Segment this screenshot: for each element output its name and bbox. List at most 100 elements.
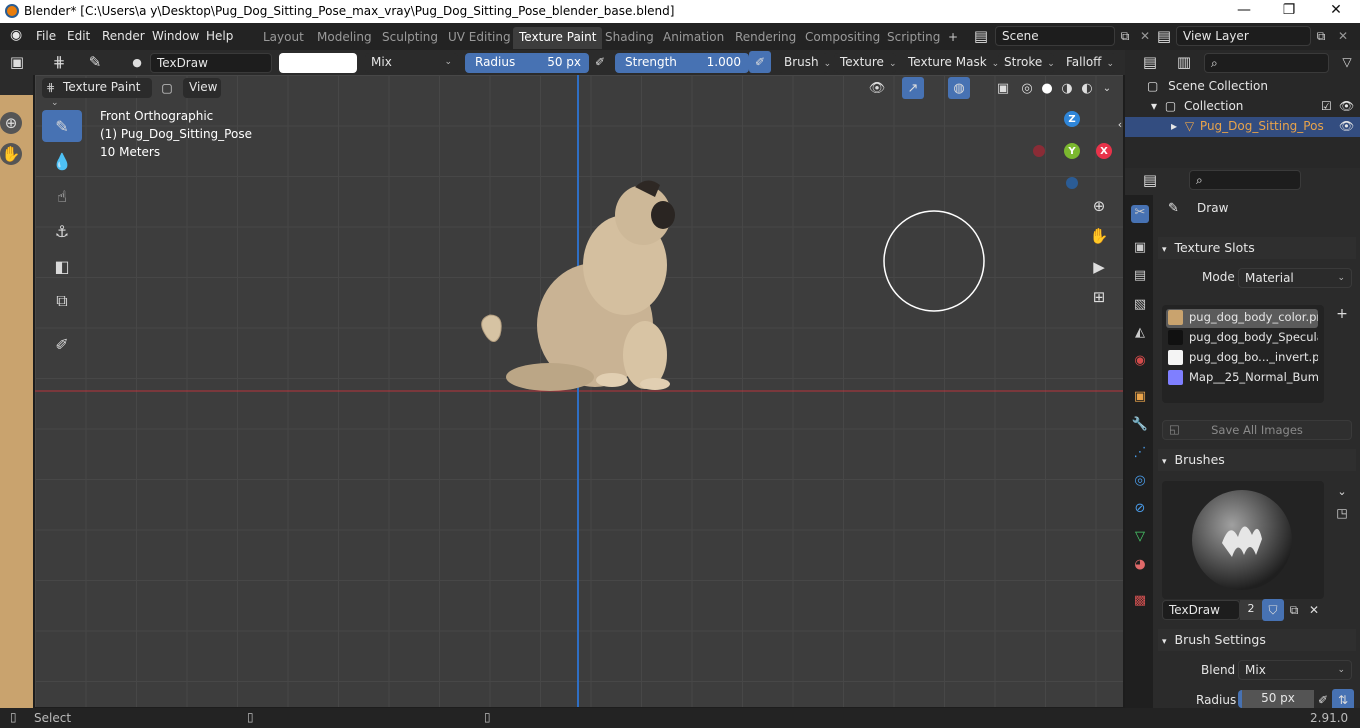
modifier-tab-icon[interactable]: 🔧 (1131, 417, 1149, 435)
scene-collection-item[interactable]: ▢ Scene Collection (1147, 79, 1268, 93)
strength-slider[interactable]: Strength 1.000 (615, 53, 749, 73)
tab-scripting[interactable]: Scripting (881, 27, 946, 49)
texture-slots-header[interactable]: ▾ Texture Slots (1158, 237, 1356, 259)
gizmos-icon[interactable]: ↗ (902, 77, 924, 99)
outliner-search-input[interactable]: ⌕ (1204, 53, 1329, 73)
minimize-button[interactable]: — (1234, 2, 1254, 18)
view-layer-tab-icon[interactable]: ▧ (1131, 297, 1149, 315)
tab-texture-paint[interactable]: Texture Paint (513, 27, 603, 49)
chevron-down-icon[interactable]: ⌄ (1096, 77, 1118, 99)
brush-dropdown-icon[interactable]: ⌄ (1331, 480, 1353, 502)
outliner-editor-type-icon[interactable]: ▤ (1139, 51, 1161, 73)
particles-tab-icon[interactable]: ⋰ (1131, 445, 1149, 463)
properties-search-input[interactable]: ⌕ (1189, 170, 1301, 190)
eye-icon[interactable]: 👁 (1339, 119, 1354, 133)
new-scene-icon[interactable]: ⧉ (1114, 25, 1136, 47)
pan-view-icon[interactable]: ✋ (1088, 225, 1110, 247)
brush-settings-header[interactable]: ▾ Brush Settings (1158, 629, 1356, 651)
close-button[interactable]: ✕ (1326, 2, 1346, 18)
properties-editor-type-icon[interactable]: ▤ (1139, 169, 1161, 191)
material-tab-icon[interactable]: ◕ (1131, 557, 1149, 575)
data-tab-icon[interactable]: ▽ (1131, 529, 1149, 547)
tool-settings-icon[interactable]: ⋕ (48, 51, 70, 73)
scene-selector-icon[interactable]: ▤ (970, 25, 992, 47)
wireframe-shading-icon[interactable]: ◎ (1016, 77, 1038, 99)
tab-animation[interactable]: Animation (657, 27, 730, 49)
blend-mode-dropdown[interactable]: Mix ⌄ (365, 53, 458, 73)
overlays-icon[interactable]: ◍ (948, 77, 970, 99)
tool-tab-icon[interactable]: ✂ (1131, 205, 1149, 223)
menu-edit[interactable]: Edit (67, 29, 90, 43)
brush-name-field[interactable]: TexDraw (1162, 600, 1240, 620)
smear-tool-button[interactable]: ☝ (42, 180, 82, 212)
radius-field[interactable]: 50 px (1238, 690, 1314, 708)
annotate-tool-button[interactable]: ✐ (42, 328, 82, 360)
texture-menu[interactable]: Texture ⌄ (834, 53, 896, 73)
physics-tab-icon[interactable]: ◎ (1131, 473, 1149, 491)
save-all-images-button[interactable]: ◱ Save All Images (1162, 420, 1352, 440)
brush-name-field[interactable]: TexDraw (150, 53, 272, 73)
radius-pressure-icon[interactable]: ✐ (589, 51, 611, 73)
gizmo-neg-x[interactable] (1033, 145, 1045, 157)
object-tab-icon[interactable]: ▣ (1131, 389, 1149, 407)
falloff-menu[interactable]: Falloff ⌄ (1060, 53, 1116, 73)
tab-modeling[interactable]: Modeling (311, 27, 378, 49)
brush-menu[interactable]: Brush ⌄ (778, 53, 831, 73)
rendered-shading-icon[interactable]: ◐ (1076, 77, 1098, 99)
texture-tab-icon[interactable]: ▩ (1131, 593, 1149, 611)
gizmo-x-axis[interactable]: X (1096, 143, 1112, 159)
tab-layout[interactable]: Layout (257, 27, 310, 49)
camera-view-icon[interactable]: ▶ (1088, 256, 1110, 278)
menu-render[interactable]: Render (102, 29, 145, 43)
duplicate-brush-icon[interactable]: ⧉ (1283, 599, 1305, 621)
fake-user-shield-icon[interactable]: ⛉ (1262, 599, 1284, 621)
3d-viewport[interactable]: Front Orthographic (1) Pug_Dog_Sitting_P… (35, 75, 1123, 707)
solid-shading-icon[interactable]: ● (1036, 77, 1058, 99)
editor-type-icon[interactable]: ▣ (6, 51, 28, 73)
zoom-icon[interactable]: ⊕ (0, 112, 22, 134)
eye-icon[interactable]: 👁 (1339, 99, 1354, 113)
mask-tool-button[interactable]: ⧉ (42, 285, 82, 317)
texture-slot-item[interactable]: pug_dog_body_Specula... (1166, 329, 1318, 348)
strength-pressure-icon[interactable]: ✐ (749, 51, 771, 73)
scene-tab-icon[interactable]: ◭ (1131, 325, 1149, 343)
texture-slot-item[interactable]: pug_dog_body_color.png (1166, 309, 1318, 328)
radius-slider[interactable]: Radius 50 px (465, 53, 589, 73)
xray-icon[interactable]: ▣ (992, 77, 1014, 99)
constraints-tab-icon[interactable]: ⊘ (1131, 501, 1149, 519)
fill-tool-button[interactable]: ◧ (42, 250, 82, 282)
output-tab-icon[interactable]: ▤ (1131, 268, 1149, 286)
blender-menu-icon[interactable]: ◉ (10, 27, 22, 43)
unlink-brush-icon[interactable]: ✕ (1303, 599, 1325, 621)
maximize-button[interactable]: ❐ (1279, 2, 1299, 18)
texture-slot-item[interactable]: pug_dog_bo..._invert.png (1166, 349, 1318, 368)
display-mode-icon[interactable]: ▥ (1173, 51, 1195, 73)
world-tab-icon[interactable]: ◉ (1131, 353, 1149, 371)
brush-users-count[interactable]: 2 (1240, 600, 1262, 620)
gizmo-y-axis[interactable]: Y (1064, 143, 1080, 159)
tab-uv-editing[interactable]: UV Editing (442, 27, 517, 49)
mask-toggle-icon[interactable]: ▢ (156, 77, 178, 99)
texture-mode-dropdown[interactable]: Material ⌄ (1238, 268, 1352, 288)
brush-image-icon[interactable]: ◳ (1331, 502, 1353, 524)
draw-tool-button[interactable]: ✎ (42, 110, 82, 142)
stroke-menu[interactable]: Stroke ⌄ (998, 53, 1055, 73)
texture-slot-item[interactable]: Map__25_Normal_Bum... (1166, 369, 1318, 388)
remove-view-layer-icon[interactable]: ✕ (1332, 25, 1354, 47)
toggle-ortho-grid-icon[interactable]: ⊞ (1088, 286, 1110, 308)
mode-dropdown[interactable]: ⋕ Texture Paint ⌄ (42, 78, 152, 108)
collection-item[interactable]: ▾ ▢ Collection ☑ 👁 (1151, 99, 1356, 113)
checkbox-icon[interactable]: ☑ (1321, 99, 1332, 113)
blend-dropdown[interactable]: Mix ⌄ (1238, 660, 1352, 680)
view-layer-selector-icon[interactable]: ▤ (1153, 25, 1175, 47)
brushes-header[interactable]: ▾ Brushes (1158, 449, 1356, 471)
brush-tool-icon[interactable]: ✎ (84, 51, 106, 73)
tab-shading[interactable]: Shading (599, 27, 660, 49)
soften-tool-button[interactable]: 💧 (42, 145, 82, 177)
add-workspace-button[interactable]: + (942, 27, 964, 49)
filter-icon[interactable]: ▽ (1336, 51, 1358, 73)
texture-mask-menu[interactable]: Texture Mask ⌄ (902, 53, 999, 73)
pan-hand-icon[interactable]: ✋ (0, 143, 22, 165)
visibility-icon[interactable]: 👁 (866, 77, 888, 99)
clone-tool-button[interactable]: ⚓ (42, 215, 82, 247)
